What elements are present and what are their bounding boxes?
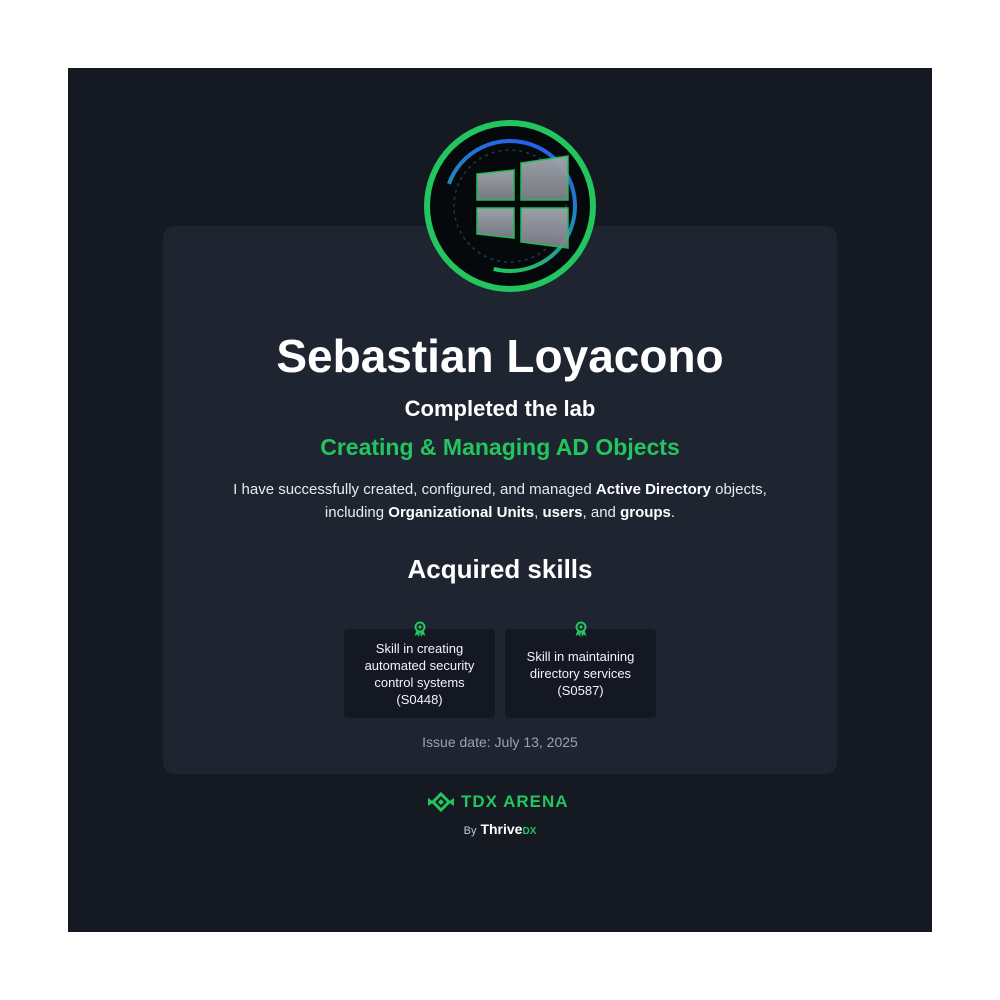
recipient-name: Sebastian Loyacono [276,330,724,382]
company-suffix: DX [522,826,537,837]
award-ribbon-icon [414,621,426,637]
completion-text: Completed the lab [404,396,596,421]
issue-date: Issue date: July 13, 2025 [422,734,578,750]
brand-byline: By ThriveDX [68,820,932,841]
tdx-arena-logo-icon [428,792,454,812]
company-name: Thrive [480,821,523,837]
windows-logo-badge [424,120,596,292]
skill-label: Skill in creating automated security con… [364,640,475,707]
award-ribbon-icon [575,621,587,637]
tdx-arena-logo: TDX ARENA [426,790,576,814]
description-text: . [670,504,676,521]
description-text: , and [582,504,621,521]
description-bold-groups: groups [620,504,671,521]
skill-card: Skill in maintaining directory services … [505,629,656,718]
description-bold-users: users [542,504,583,521]
certificate-frame: Sebastian Loyacono Completed the lab Cre… [68,68,932,932]
skill-label: Skill in maintaining directory services … [526,649,635,698]
description-bold-ous: Organizational Units [388,504,535,521]
by-label: By [463,825,477,837]
description-bold-active-directory: Active Directory [595,481,711,498]
description-text: I have successfully created, configured,… [233,481,596,498]
description-text: , [534,504,543,521]
skill-card: Skill in creating automated security con… [344,629,495,718]
lab-title: Creating & Managing AD Objects [320,434,680,460]
brand-name: TDX ARENA [461,792,569,811]
skills-heading: Acquired skills [407,554,593,584]
lab-description: I have successfully created, configured,… [218,478,782,524]
